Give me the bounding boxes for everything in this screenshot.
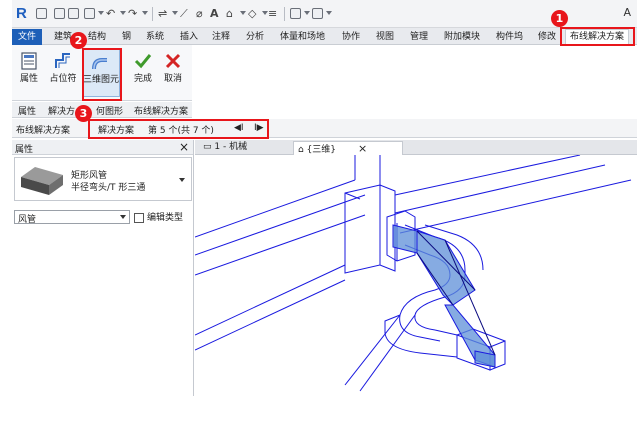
chevron-down-icon[interactable] — [179, 178, 185, 182]
properties-panel-title: 属性 — [15, 145, 34, 155]
tab-modify[interactable]: 修改 — [538, 30, 556, 44]
toolbar-separator — [152, 7, 153, 21]
type-name: 半径弯头/T 形三通 — [71, 183, 146, 193]
tab-structure[interactable]: 结构 — [88, 30, 106, 44]
customize-dropdown-icon[interactable] — [326, 11, 332, 15]
tab-analyze[interactable]: 分析 — [246, 30, 264, 44]
chevron-down-icon — [120, 215, 126, 219]
thin-lines-icon[interactable]: ≡ — [268, 7, 277, 20]
tab-annotate[interactable]: 注释 — [212, 30, 230, 44]
x-icon — [165, 53, 181, 69]
tab-systems[interactable]: 系统 — [146, 30, 164, 44]
panel-label-properties: 属性 — [18, 107, 37, 117]
home-icon[interactable] — [36, 8, 47, 19]
duct-type-preview-icon — [21, 167, 63, 195]
section-icon[interactable]: ◇ — [248, 7, 256, 20]
panel-label-solution: 解决方 — [48, 107, 76, 117]
tab-component-dock[interactable]: 构件坞 — [496, 30, 523, 44]
tab-steel[interactable]: 钢 — [122, 30, 131, 44]
close-hidden-icon[interactable] — [312, 8, 323, 19]
duct-model-drawing — [195, 155, 632, 392]
revit-logo-icon[interactable]: R — [16, 5, 30, 22]
close-icon[interactable]: × — [358, 142, 367, 155]
tab-insert[interactable]: 插入 — [180, 30, 198, 44]
floor-plan-icon: ▭ — [203, 142, 215, 152]
ribbon-panel-labels: 属性 解决方 何图形 布线解决方案 — [12, 102, 192, 118]
quick-access-toolbar: R ↶ ↷ ⇌ ⟋ ⌀ A ⌂ ◇ ≡ A — [12, 0, 637, 28]
tab-massing-site[interactable]: 体量和场地 — [280, 30, 325, 44]
annotation-marker-1: 1 — [551, 10, 568, 27]
tab-view[interactable]: 视图 — [376, 30, 394, 44]
view-tab-3d-label: {三维} — [306, 145, 337, 155]
tab-collaborate[interactable]: 协作 — [342, 30, 360, 44]
view-tab-3d[interactable]: ⌂ {三维} × — [293, 141, 403, 155]
category-filter-value: 风管 — [18, 215, 37, 225]
type-selector[interactable]: 矩形风管 半径弯头/T 形三通 — [14, 157, 192, 201]
tab-manage[interactable]: 管理 — [410, 30, 428, 44]
3d-view-icon[interactable]: ⌂ — [226, 7, 233, 20]
text-icon[interactable]: A — [210, 7, 219, 20]
measure-icon[interactable]: ⇌ — [158, 7, 167, 20]
properties-panel-header: 属性 × — [12, 140, 193, 155]
edit-type-label: 编辑类型 — [147, 213, 184, 223]
tab-file[interactable]: 文件 — [12, 29, 42, 45]
properties-button-label: 属性 — [19, 74, 38, 84]
3d-viewport[interactable] — [195, 155, 637, 396]
view-tab-bar: ▭ 1 - 机械 ⌂ {三维} × — [195, 140, 637, 155]
measure-dropdown-icon[interactable] — [172, 11, 178, 15]
panel-label-geometry: 何图形 — [96, 107, 124, 117]
options-bar-title: 布线解决方案 — [16, 126, 71, 136]
annotation-box-3d-element — [82, 48, 122, 101]
finish-button-label: 完成 — [133, 74, 152, 84]
switch-windows-icon[interactable] — [290, 8, 301, 19]
annotation-marker-2: 2 — [70, 32, 87, 49]
placeholder-button-label: 占位符 — [49, 74, 77, 84]
3d-view-dropdown-icon[interactable] — [240, 11, 246, 15]
panel-label-routing: 布线解决方案 — [134, 107, 189, 117]
cancel-button-label: 取消 — [163, 74, 182, 84]
switch-windows-dropdown-icon[interactable] — [304, 11, 310, 15]
save-icon[interactable] — [68, 8, 79, 19]
undo-dropdown-icon[interactable] — [120, 11, 126, 15]
user-initial[interactable]: A — [623, 6, 631, 19]
annotation-box-solution-nav — [88, 119, 269, 139]
properties-button[interactable]: 属性 — [14, 49, 44, 97]
view-tab-mechanical[interactable]: ▭ 1 - 机械 — [199, 141, 289, 155]
3d-view-icon: ⌂ — [298, 145, 307, 155]
close-icon[interactable]: × — [179, 140, 189, 154]
annotation-marker-3: 3 — [75, 105, 92, 122]
annotation-box-route-tab — [560, 27, 635, 46]
properties-panel: 属性 × 矩形风管 半径弯头/T 形三通 风管 编辑类型 — [12, 140, 194, 396]
properties-icon — [21, 52, 37, 70]
cancel-button[interactable]: 取消 — [158, 49, 188, 97]
redo-dropdown-icon[interactable] — [142, 11, 148, 15]
finish-button[interactable]: 完成 — [128, 49, 158, 97]
tag-icon[interactable]: ⌀ — [196, 7, 203, 20]
ribbon-tab-bar: 文件 建筑 结构 钢 系统 插入 注释 分析 体量和场地 协作 视图 管理 附加… — [12, 28, 637, 45]
edit-type-button[interactable]: 编辑类型 — [134, 210, 183, 224]
open-icon[interactable] — [54, 8, 65, 19]
toolbar-separator — [284, 7, 285, 21]
tab-addins[interactable]: 附加模块 — [444, 30, 480, 44]
check-icon — [134, 54, 152, 69]
sync-dropdown-icon[interactable] — [98, 11, 104, 15]
category-filter-select[interactable]: 风管 — [14, 210, 130, 225]
sync-icon[interactable] — [84, 8, 95, 19]
undo-icon[interactable]: ↶ — [106, 7, 115, 20]
redo-icon[interactable]: ↷ — [128, 7, 137, 20]
view-tab-mechanical-label: 1 - 机械 — [214, 142, 248, 152]
dimension-icon[interactable]: ⟋ — [180, 7, 188, 21]
placeholder-button[interactable]: 占位符 — [48, 49, 78, 97]
edit-type-icon — [134, 212, 144, 223]
placeholder-icon — [55, 53, 70, 68]
